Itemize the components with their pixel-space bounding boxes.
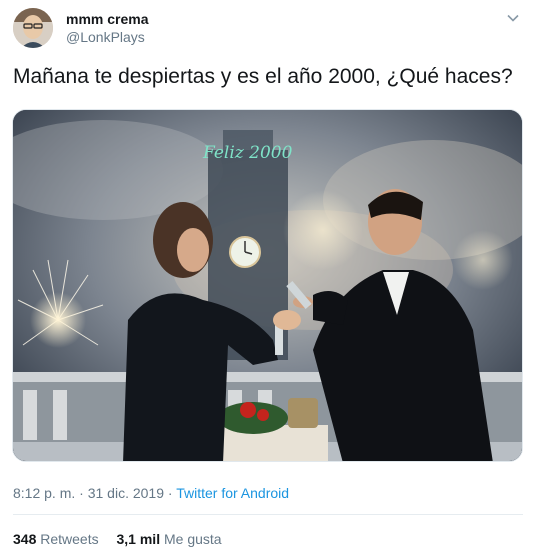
tweet-time[interactable]: 8:12 p. m.: [13, 485, 75, 501]
user-handle[interactable]: @LonkPlays: [66, 29, 145, 45]
avatar-image: [13, 8, 53, 48]
retweets-label: Retweets: [40, 531, 99, 547]
tweet-text: Mañana te despiertas y es el año 2000, ¿…: [13, 65, 513, 88]
media-scene: Feliz 2000: [13, 110, 522, 461]
tweet-stats: 348 Retweets 3,1 mil Me gusta: [13, 531, 236, 547]
likes-label: Me gusta: [163, 531, 222, 547]
ice-bucket: [288, 398, 318, 428]
meta-separator: ·: [79, 485, 84, 501]
divider: [13, 514, 523, 515]
display-name[interactable]: mmm crema: [66, 11, 149, 27]
meta-separator: ·: [167, 485, 173, 501]
tweet-header: mmm crema @LonkPlays: [0, 0, 535, 60]
likes-count: 3,1 mil: [116, 531, 161, 547]
retweets-count: 348: [13, 531, 37, 547]
tweet-media-image[interactable]: Feliz 2000: [12, 109, 523, 462]
tweet-date[interactable]: 31 dic. 2019: [88, 485, 164, 501]
chevron-down-icon[interactable]: [505, 10, 521, 26]
retweets-stat[interactable]: 348 Retweets: [13, 531, 99, 547]
neon-sign: Feliz 2000: [202, 143, 293, 163]
avatar[interactable]: [13, 8, 53, 48]
tweet-metadata: 8:12 p. m. · 31 dic. 2019 · Twitter for …: [13, 485, 289, 501]
likes-stat[interactable]: 3,1 mil Me gusta: [117, 531, 222, 547]
tweet-source-link[interactable]: Twitter for Android: [176, 485, 289, 501]
